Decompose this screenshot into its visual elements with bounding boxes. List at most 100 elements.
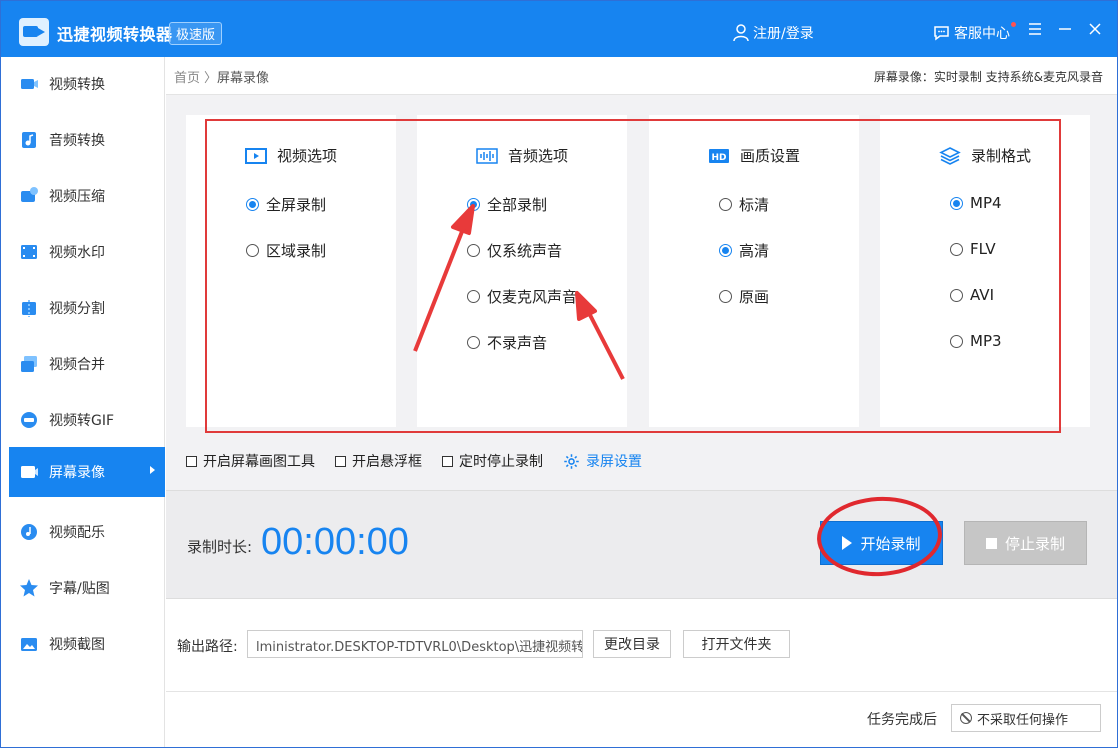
stop-record-button[interactable]: 停止录制 <box>964 521 1087 565</box>
quality-options-header: HD 画质设置 <box>649 145 859 166</box>
recording-options-panel: 视频选项 全屏录制 区域录制 音频选项 全部录制 仅系统声音 仅麦克风声音 不录… <box>166 95 1117 490</box>
draw-tool-checkbox[interactable]: 开启屏幕画图工具 <box>186 451 315 471</box>
checkbox[interactable] <box>442 455 453 467</box>
sidebar-item-subtitle[interactable]: 字幕/贴图 <box>9 563 165 613</box>
sidebar-item-video-screenshot[interactable]: 视频截图 <box>9 619 165 669</box>
radio-button[interactable] <box>467 290 480 303</box>
option-label: 标清 <box>739 196 770 214</box>
sidebar-item-label: 视频水印 <box>49 245 105 261</box>
radio-button[interactable] <box>467 336 480 349</box>
sidebar-item-screen-record[interactable]: 屏幕录像 <box>9 447 165 497</box>
float-box-checkbox[interactable]: 开启悬浮框 <box>335 451 422 471</box>
menu-icon[interactable] <box>1027 21 1043 37</box>
sidebar-item-label: 屏幕录像 <box>49 465 105 481</box>
format-option-avi[interactable]: AVI <box>950 286 994 304</box>
sidebar-item-video-split[interactable]: 视频分割 <box>9 283 165 333</box>
play-icon <box>842 536 853 550</box>
radio-button[interactable] <box>719 244 732 257</box>
video-option-region[interactable]: 区域录制 <box>246 240 326 261</box>
checkbox[interactable] <box>186 455 197 467</box>
sidebar-item-label: 音频转换 <box>49 133 105 149</box>
option-label: 全部录制 <box>487 196 548 214</box>
video-watermark-icon <box>21 245 37 259</box>
radio-button[interactable] <box>467 244 480 257</box>
checkbox[interactable] <box>335 455 346 467</box>
radio-button[interactable] <box>950 242 963 256</box>
quality-option-sd[interactable]: 标清 <box>719 194 769 215</box>
format-option-mp3[interactable]: MP3 <box>950 332 1002 350</box>
record-settings-link[interactable]: 录屏设置 <box>563 451 642 471</box>
video-options-card: 视频选项 全屏录制 区域录制 <box>186 115 396 427</box>
layers-icon <box>939 146 961 165</box>
user-icon <box>733 24 749 42</box>
option-label: 高清 <box>739 242 770 260</box>
format-options-title: 录制格式 <box>970 147 1031 165</box>
app-logo-icon <box>19 18 49 46</box>
audio-options-header: 音频选项 <box>417 145 627 166</box>
format-option-mp4[interactable]: MP4 <box>950 194 1002 212</box>
sidebar-item-video-watermark[interactable]: 视频水印 <box>9 227 165 277</box>
sidebar-item-video-gif[interactable]: 视频转GIF <box>9 395 165 445</box>
option-label: MP4 <box>970 194 1002 212</box>
output-path-input[interactable]: lministrator.DESKTOP-TDTVRL0\Desktop\迅捷视… <box>247 630 583 658</box>
audio-convert-icon <box>22 132 36 148</box>
start-record-button[interactable]: 开始录制 <box>820 521 943 565</box>
chat-bubble-icon <box>934 26 949 41</box>
sidebar-item-video-music[interactable]: 视频配乐 <box>9 507 165 557</box>
quality-options-title: 画质设置 <box>739 147 800 165</box>
audio-option-all[interactable]: 全部录制 <box>467 194 547 215</box>
breadcrumb-separator: 〉 <box>204 71 218 86</box>
radio-button[interactable] <box>719 198 732 211</box>
audio-option-none[interactable]: 不录声音 <box>467 332 547 353</box>
breadcrumb: 首页 〉 屏幕录像 屏幕录像：实时录制 支持系统&麦克风录音 <box>166 57 1117 95</box>
footer-bar: 任务完成后 不采取任何操作 <box>166 691 1117 747</box>
radio-button[interactable] <box>467 198 480 211</box>
minimize-icon[interactable] <box>1057 21 1073 37</box>
duration-value: 00:00:00 <box>261 521 409 563</box>
svg-text:HD: HD <box>711 153 726 163</box>
video-option-fullscreen[interactable]: 全屏录制 <box>246 194 326 215</box>
sidebar-item-audio-convert[interactable]: 音频转换 <box>9 115 165 165</box>
open-folder-button[interactable]: 打开文件夹 <box>683 630 790 658</box>
radio-button[interactable] <box>719 290 732 303</box>
breadcrumb-home-link[interactable]: 首页 <box>174 67 200 86</box>
stop-icon <box>985 537 997 549</box>
radio-button[interactable] <box>246 244 259 257</box>
sidebar-item-label: 视频转GIF <box>49 413 115 429</box>
option-label: 区域录制 <box>266 242 327 260</box>
after-task-select[interactable]: 不采取任何操作 <box>951 704 1101 732</box>
radio-button[interactable] <box>246 198 259 211</box>
sidebar-item-video-merge[interactable]: 视频合并 <box>9 339 165 389</box>
audio-option-system[interactable]: 仅系统声音 <box>467 240 562 261</box>
sidebar-item-label: 视频转换 <box>49 77 105 93</box>
timed-stop-checkbox[interactable]: 定时停止录制 <box>442 451 543 471</box>
quality-option-original[interactable]: 原画 <box>719 286 769 307</box>
customer-service-button[interactable]: 客服中心 <box>933 23 1010 43</box>
radio-button[interactable] <box>950 196 963 210</box>
quality-option-hd[interactable]: 高清 <box>719 240 769 261</box>
format-option-flv[interactable]: FLV <box>950 240 996 258</box>
sidebar: 视频转换 音频转换 视频压缩 视频水印 视频分割 视频合并 视频转GIF 屏幕录… <box>9 57 165 747</box>
sidebar-item-label: 视频截图 <box>49 637 105 653</box>
video-split-icon <box>22 300 36 317</box>
video-convert-icon <box>21 79 38 89</box>
close-icon[interactable] <box>1087 21 1103 37</box>
start-record-label: 开始录制 <box>860 534 921 553</box>
option-label: 仅系统声音 <box>487 242 563 260</box>
radio-button[interactable] <box>950 288 963 302</box>
sidebar-item-video-convert[interactable]: 视频转换 <box>9 59 165 109</box>
duration-label: 录制时长: <box>187 538 253 556</box>
login-button[interactable]: 注册/登录 <box>733 23 814 43</box>
record-settings-label: 录屏设置 <box>586 454 642 470</box>
options-grid: 视频选项 全屏录制 区域录制 音频选项 全部录制 仅系统声音 仅麦克风声音 不录… <box>186 115 1090 427</box>
radio-button[interactable] <box>950 334 963 348</box>
video-options-title: 视频选项 <box>276 147 337 165</box>
change-directory-button[interactable]: 更改目录 <box>593 630 671 658</box>
option-label: 原画 <box>739 288 770 306</box>
quality-options-card: HD 画质设置 标清 高清 原画 <box>649 115 859 427</box>
breadcrumb-current: 屏幕录像 <box>217 71 270 86</box>
sidebar-item-video-compress[interactable]: 视频压缩 <box>9 171 165 221</box>
audio-option-mic[interactable]: 仅麦克风声音 <box>467 286 577 307</box>
option-label: FLV <box>970 240 996 258</box>
checkbox-label: 定时停止录制 <box>459 454 543 470</box>
